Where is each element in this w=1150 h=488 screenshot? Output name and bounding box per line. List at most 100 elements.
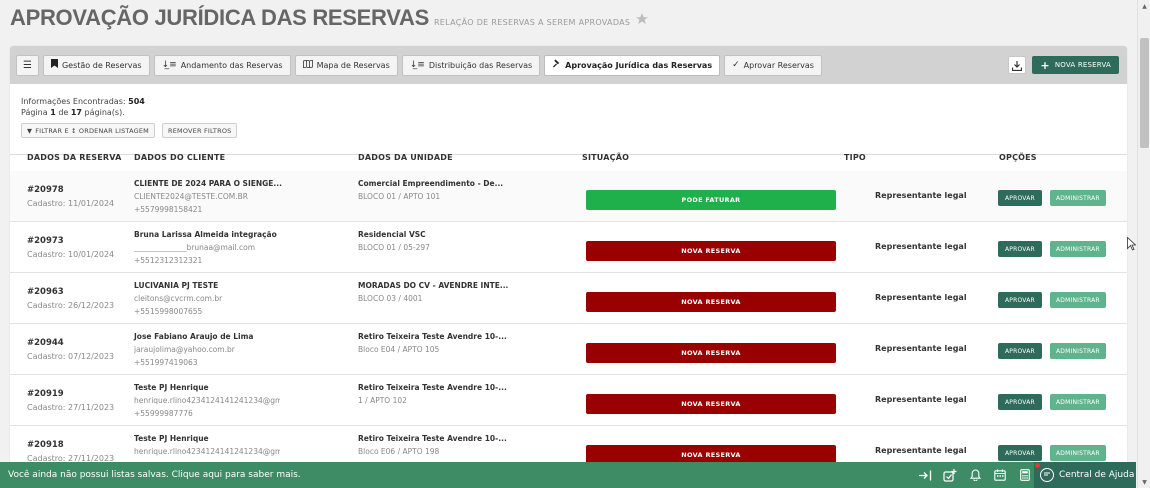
tab-bar-actions: + NOVA RESERVA	[1008, 56, 1119, 74]
cursor-icon	[1127, 236, 1137, 255]
results-count: Informações Encontradas: 504	[21, 97, 145, 106]
tab-label: Aprovar Reservas	[743, 60, 814, 70]
approve-button[interactable]: APROVAR	[998, 445, 1042, 461]
tab-gestao-reservas[interactable]: Gestão de Reservas	[42, 54, 150, 76]
table-row[interactable]: #20918 Cadastro: 27/11/2023 Teste PJ Hen…	[10, 426, 1127, 466]
reservation-id[interactable]: #20944	[27, 338, 64, 348]
bell-icon[interactable]	[964, 462, 986, 488]
download-button[interactable]	[1008, 56, 1027, 75]
tab-mapa-reservas[interactable]: Mapa de Reservas	[294, 54, 398, 76]
administer-button[interactable]: ADMINISTRAR	[1050, 190, 1106, 206]
download-icon	[1012, 56, 1023, 75]
reservation-id[interactable]: #20918	[27, 440, 64, 450]
client-email: jaraujolima@yahoo.com.br	[134, 345, 235, 354]
administer-button[interactable]: ADMINISTRAR	[1050, 292, 1106, 308]
column-header[interactable]: DADOS DO CLIENTE	[134, 153, 225, 162]
calendar-icon[interactable]	[989, 462, 1011, 488]
column-header[interactable]: TIPO	[844, 153, 866, 162]
unit-name: Retiro Teixeira Teste Avendre 10-...	[358, 383, 507, 392]
unit-name: Residencial VSC	[358, 230, 426, 239]
unit-block: Bloco E06 / APTO 198	[358, 447, 440, 456]
approve-button[interactable]: APROVAR	[998, 343, 1042, 359]
client-name: Teste PJ Henrique	[134, 383, 209, 392]
map-icon	[302, 58, 313, 71]
column-header[interactable]: DADOS DA RESERVA	[27, 153, 122, 162]
filter-actions: ▼ FILTRAR E ↕ ORDENAR LISTAGEM REMOVER F…	[21, 123, 244, 138]
calculator-icon[interactable]	[1014, 462, 1036, 488]
client-email: CLIENTE2024@TESTE.COM.BR	[134, 192, 249, 201]
type-label: Representante legal	[875, 344, 967, 353]
add-list-icon[interactable]	[939, 462, 961, 488]
client-phone: +5579998158421	[134, 205, 203, 214]
status-badge: PODE FATURAR	[586, 190, 836, 210]
approve-button[interactable]: APROVAR	[998, 394, 1042, 410]
administer-button[interactable]: ADMINISTRAR	[1050, 394, 1106, 410]
table-row[interactable]: #20944 Cadastro: 07/12/2023 Jose Fabiano…	[10, 324, 1127, 375]
tab-label: Aprovação Jurídica das Reservas	[565, 60, 713, 70]
remove-filters-button[interactable]: REMOVER FILTROS	[161, 123, 238, 138]
results-info: Informações Encontradas: 504 Página 1 de…	[21, 96, 145, 118]
tab-andamento-reservas[interactable]: ↓̲≡ Andamento das Reservas	[153, 54, 291, 76]
type-label: Representante legal	[875, 242, 967, 251]
status-badge: NOVA RESERVA	[586, 343, 836, 363]
reservation-id[interactable]: #20973	[27, 236, 64, 246]
vertical-scrollbar[interactable]: ▲ ▼	[1137, 0, 1150, 488]
client-email: ______________brunaa@mail.com	[134, 243, 256, 252]
client-name: CLIENTE DE 2024 PARA O SIENGE...	[134, 179, 282, 188]
table-row[interactable]: #20973 Cadastro: 10/01/2024 Bruna Lariss…	[10, 222, 1127, 273]
tab-distribuicao-reservas[interactable]: ↓̲≡ Distribuição das Reservas	[401, 54, 541, 76]
administer-button[interactable]: ADMINISTRAR	[1050, 241, 1106, 257]
tab-label: Gestão de Reservas	[61, 60, 142, 70]
client-email: cleitons@cvcrm.com.br	[134, 294, 223, 303]
tab-label: Mapa de Reservas	[316, 60, 390, 70]
unit-block: Bloco E04 / APTO 105	[358, 345, 440, 354]
sort-icon: ↓̲≡	[161, 60, 177, 70]
client-name: Jose Fabiano Araujo de Lima	[134, 332, 254, 341]
plus-icon: +	[1040, 58, 1050, 72]
approve-button[interactable]: APROVAR	[998, 241, 1042, 257]
reservation-id[interactable]: #20919	[27, 389, 64, 399]
logout-icon[interactable]	[914, 462, 936, 488]
tab-bar: ☰ Gestão de Reservas ↓̲≡ Andamento das R…	[10, 46, 1127, 84]
chat-icon	[1040, 468, 1054, 482]
star-icon[interactable]	[635, 11, 649, 25]
unit-name: Comercial Empreendimento - De...	[358, 179, 504, 188]
scroll-up-arrow[interactable]: ▲	[1138, 0, 1150, 12]
administer-button[interactable]: ADMINISTRAR	[1050, 445, 1106, 461]
bottom-toolbar	[911, 462, 1036, 488]
table-row[interactable]: #20963 Cadastro: 26/12/2023 LUCIVANIA PJ…	[10, 273, 1127, 324]
reservation-id[interactable]: #20978	[27, 185, 64, 195]
tab-label: Distribuição das Reservas	[428, 60, 533, 70]
new-reservation-label: NOVA RESERVA	[1054, 61, 1111, 69]
table-row[interactable]: #20919 Cadastro: 27/11/2023 Teste PJ Hen…	[10, 375, 1127, 426]
approve-button[interactable]: APROVAR	[998, 190, 1042, 206]
table-row[interactable]: #20978 Cadastro: 11/01/2024 CLIENTE DE 2…	[10, 171, 1127, 222]
scroll-down-arrow[interactable]: ▼	[1138, 476, 1150, 488]
client-name: LUCIVANIA PJ TESTE	[134, 281, 219, 290]
column-header[interactable]: SITUAÇÃO	[582, 153, 629, 162]
menu-button[interactable]: ☰	[16, 54, 39, 76]
client-email: henrique.rlino4234124141241234@gmail.com	[134, 396, 280, 405]
new-reservation-button[interactable]: + NOVA RESERVA	[1032, 56, 1119, 74]
tab-aprovacao-juridica[interactable]: Aprovação Jurídica das Reservas	[544, 54, 721, 76]
approve-button[interactable]: APROVAR	[998, 292, 1042, 308]
status-badge: NOVA RESERVA	[586, 292, 836, 312]
table-body: #20978 Cadastro: 11/01/2024 CLIENTE DE 2…	[10, 171, 1127, 466]
unit-name: Retiro Teixeira Teste Avendre 10-...	[358, 434, 507, 443]
filter-sort-button[interactable]: ▼ FILTRAR E ↕ ORDENAR LISTAGEM	[21, 123, 155, 138]
filter-icon: ▼	[27, 126, 33, 135]
unit-name: Retiro Teixeira Teste Avendre 10-...	[358, 332, 507, 341]
administer-button[interactable]: ADMINISTRAR	[1050, 343, 1106, 359]
help-center-button[interactable]: Central de Ajuda	[1034, 462, 1136, 488]
bookmark-icon	[50, 59, 58, 71]
saved-lists-message[interactable]: Você ainda não possui listas salvas. Cli…	[8, 470, 301, 480]
reservations-card: ☰ Gestão de Reservas ↓̲≡ Andamento das R…	[10, 46, 1127, 466]
help-center-label: Central de Ajuda	[1059, 470, 1135, 480]
column-header[interactable]: DADOS DA UNIDADE	[358, 153, 453, 162]
client-email: henrique.rlino4234124141241234@gmail.com	[134, 447, 280, 456]
tab-aprovar-reservas[interactable]: ✓ Aprovar Reservas	[724, 54, 822, 76]
reservation-id[interactable]: #20963	[27, 287, 64, 297]
scrollbar-thumb[interactable]	[1140, 38, 1149, 148]
unit-block: BLOCO 01 / 05-297	[358, 243, 430, 252]
unit-block: 1 / APTO 102	[358, 396, 407, 405]
